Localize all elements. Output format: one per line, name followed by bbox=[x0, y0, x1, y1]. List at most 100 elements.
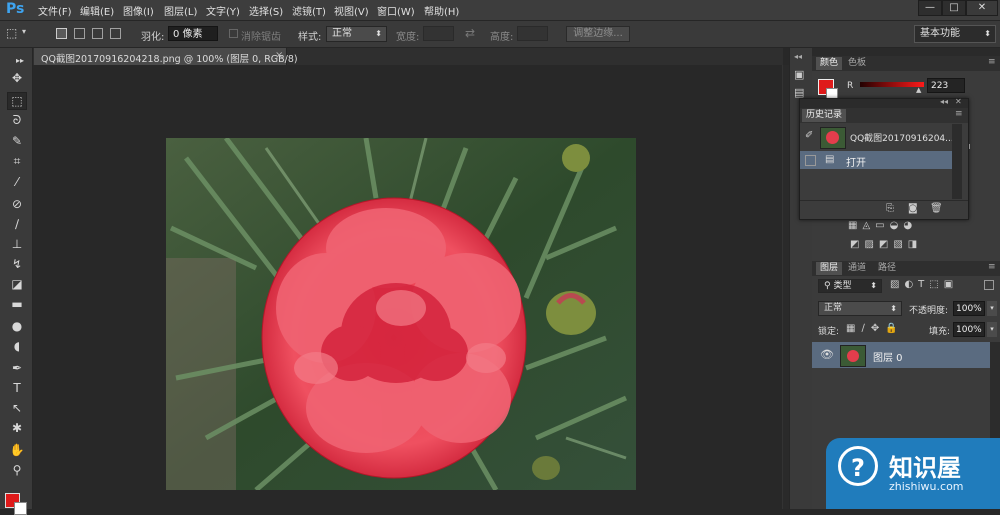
channel-r-input[interactable]: 223 bbox=[927, 78, 965, 93]
layer-thumbnail-flower bbox=[847, 350, 859, 362]
layer-filter-select[interactable]: ⚲ 类型 ⬍ bbox=[818, 279, 882, 293]
opacity-input[interactable]: 100% bbox=[953, 301, 985, 316]
canvas-area[interactable] bbox=[33, 65, 783, 509]
tab-layers[interactable]: 图层 bbox=[816, 262, 843, 275]
tab-paths[interactable]: 路径 bbox=[874, 262, 900, 275]
close-window-button[interactable]: ✕ bbox=[966, 0, 998, 16]
document-title: QQ截图20170916204218.png @ 100% (图层 0, RGB… bbox=[41, 54, 298, 65]
camera-snapshot-icon[interactable]: ◙ bbox=[908, 203, 918, 214]
adjustment-icons-row-2[interactable]: ◩▨◩▧◨ bbox=[850, 239, 922, 250]
add-selection-icon[interactable] bbox=[74, 28, 85, 39]
clone-stamp-tool-icon[interactable]: ⊥ bbox=[8, 236, 26, 252]
visibility-eye-icon[interactable]: 👁 bbox=[820, 348, 834, 361]
history-state-checkbox[interactable] bbox=[805, 155, 816, 166]
fill-label: 填充: bbox=[929, 327, 951, 337]
refine-edge-button[interactable]: 调整边缘... bbox=[566, 26, 630, 42]
canvas-image[interactable] bbox=[166, 138, 636, 490]
document-tab[interactable]: QQ截图20170916204218.png @ 100% (图层 0, RGB… bbox=[34, 48, 298, 65]
close-panel-icon[interactable]: ✕ bbox=[955, 97, 962, 106]
tab-channels[interactable]: 通道 bbox=[844, 262, 870, 275]
layers-panel-tabbar: 图层 通道 路径 ≡ bbox=[812, 261, 1000, 276]
history-brush-source-icon[interactable]: ✐ bbox=[805, 130, 813, 141]
intersect-selection-icon[interactable] bbox=[110, 28, 121, 39]
eyedropper-tool-icon[interactable]: ⁄ bbox=[8, 174, 26, 190]
trash-icon[interactable]: 🗑 bbox=[930, 203, 943, 214]
menu-edit[interactable]: 编辑(E) bbox=[80, 3, 114, 18]
history-state-row[interactable]: ▤ 打开 bbox=[800, 151, 952, 169]
layer-thumbnail bbox=[840, 345, 866, 367]
style-select[interactable]: 正常 ⬍ bbox=[326, 26, 387, 42]
photoshop-logo: Ps bbox=[6, 1, 25, 17]
channel-r-slider[interactable] bbox=[860, 82, 924, 87]
type-tool-icon[interactable]: T bbox=[8, 380, 26, 396]
dodge-tool-icon[interactable]: ◖ bbox=[8, 338, 26, 354]
panel-menu-icon[interactable]: ≡ bbox=[988, 57, 996, 67]
width-input[interactable] bbox=[423, 26, 454, 41]
menu-filter[interactable]: 滤镜(T) bbox=[292, 3, 326, 18]
zoom-tool-icon[interactable]: ⚲ bbox=[8, 462, 26, 478]
menu-window[interactable]: 窗口(W) bbox=[377, 3, 415, 18]
path-selection-tool-icon[interactable]: ↖ bbox=[8, 400, 26, 416]
marquee-tool-icon[interactable]: ⬚ bbox=[6, 26, 17, 40]
menu-bar: Ps 文件(F) 编辑(E) 图像(I) 图层(L) 文字(Y) 选择(S) 滤… bbox=[0, 0, 1000, 21]
tab-color[interactable]: 颜色 bbox=[816, 57, 843, 70]
subtract-selection-icon[interactable] bbox=[92, 28, 103, 39]
panel-menu-icon[interactable]: ≡ bbox=[955, 109, 963, 119]
menu-type[interactable]: 文字(Y) bbox=[206, 3, 240, 18]
healing-brush-tool-icon[interactable]: ⊘ bbox=[8, 196, 26, 212]
move-tool-icon[interactable]: ✥ bbox=[8, 70, 26, 86]
rectangular-marquee-tool-icon[interactable]: ⬚ bbox=[7, 92, 27, 110]
fill-arrow-icon[interactable]: ▾ bbox=[987, 322, 997, 337]
lasso-tool-icon[interactable]: ᘐ bbox=[8, 112, 26, 128]
history-panel-title[interactable]: 历史记录 bbox=[802, 109, 847, 122]
crop-tool-icon[interactable]: ⌗ bbox=[8, 153, 26, 169]
opacity-arrow-icon[interactable]: ▾ bbox=[987, 301, 997, 316]
close-tab-icon[interactable]: × bbox=[275, 50, 283, 61]
slider-handle-icon[interactable]: ▲ bbox=[916, 86, 921, 94]
antialias-checkbox[interactable] bbox=[229, 29, 238, 38]
fill-input[interactable]: 100% bbox=[953, 322, 985, 337]
new-document-from-state-icon[interactable]: ⎘ bbox=[886, 203, 894, 214]
blend-mode-select[interactable]: 正常 ⬍ bbox=[818, 301, 902, 316]
height-input[interactable] bbox=[517, 26, 548, 41]
tab-swatches[interactable]: 色板 bbox=[844, 57, 870, 70]
quick-selection-tool-icon[interactable]: ✎ bbox=[8, 133, 26, 149]
gradient-tool-icon[interactable]: ▬ bbox=[8, 296, 26, 312]
layer-filter-icons[interactable]: ▨◐T⬚▣ bbox=[890, 279, 958, 290]
lock-icons[interactable]: ▦∕✥🔒 bbox=[846, 323, 904, 334]
collapse-icon[interactable]: ◂◂ bbox=[940, 97, 948, 106]
blur-tool-icon[interactable]: ● bbox=[8, 318, 26, 334]
new-selection-icon[interactable] bbox=[56, 28, 67, 39]
brush-tool-icon[interactable]: ∕ bbox=[8, 216, 26, 232]
color-panel-tabbar: 颜色 色板 ≡ bbox=[812, 56, 1000, 71]
swap-icon[interactable]: ⇄ bbox=[465, 26, 475, 40]
feather-input[interactable]: 0 像素 bbox=[168, 26, 218, 41]
menu-image[interactable]: 图像(I) bbox=[123, 3, 154, 18]
blend-mode-value: 正常 bbox=[824, 303, 843, 313]
history-panel-grip[interactable]: ◂◂ ✕ bbox=[800, 97, 968, 108]
menu-select[interactable]: 选择(S) bbox=[249, 3, 283, 18]
custom-shape-tool-icon[interactable]: ✱ bbox=[8, 420, 26, 436]
eraser-tool-icon[interactable]: ◪ bbox=[8, 276, 26, 292]
filter-toggle-icon[interactable] bbox=[984, 280, 994, 290]
hand-tool-icon[interactable]: ✋ bbox=[8, 442, 26, 458]
panel-menu-icon[interactable]: ≡ bbox=[988, 262, 996, 272]
history-snapshot-row[interactable]: ✐ QQ截图20170916204... bbox=[800, 124, 954, 150]
menu-help[interactable]: 帮助(H) bbox=[424, 3, 459, 18]
menu-view[interactable]: 视图(V) bbox=[334, 3, 369, 18]
toolbox-collapse-icon[interactable]: ▸▸ bbox=[11, 53, 29, 69]
height-label: 高度: bbox=[490, 32, 514, 43]
strip-collapse-icon[interactable]: ◂◂ bbox=[794, 52, 802, 61]
workspace-select[interactable]: 基本功能 ⬍ bbox=[914, 25, 996, 43]
tool-preset-chevron-icon[interactable]: ▾ bbox=[22, 27, 26, 36]
menu-layer[interactable]: 图层(L) bbox=[164, 3, 197, 18]
maximize-button[interactable]: □ bbox=[942, 0, 966, 16]
history-panel-icon[interactable]: ▣ bbox=[794, 68, 804, 81]
pen-tool-icon[interactable]: ✒ bbox=[8, 360, 26, 376]
history-brush-tool-icon[interactable]: ↯ bbox=[8, 256, 26, 272]
history-scrollbar[interactable] bbox=[952, 124, 962, 199]
layer-row[interactable]: 👁 图层 0 bbox=[812, 342, 990, 368]
adjustment-icons-row-1[interactable]: ▦◬▭◒◕ bbox=[848, 220, 917, 231]
menu-file[interactable]: 文件(F) bbox=[38, 3, 72, 18]
minimize-button[interactable]: — bbox=[918, 0, 942, 16]
